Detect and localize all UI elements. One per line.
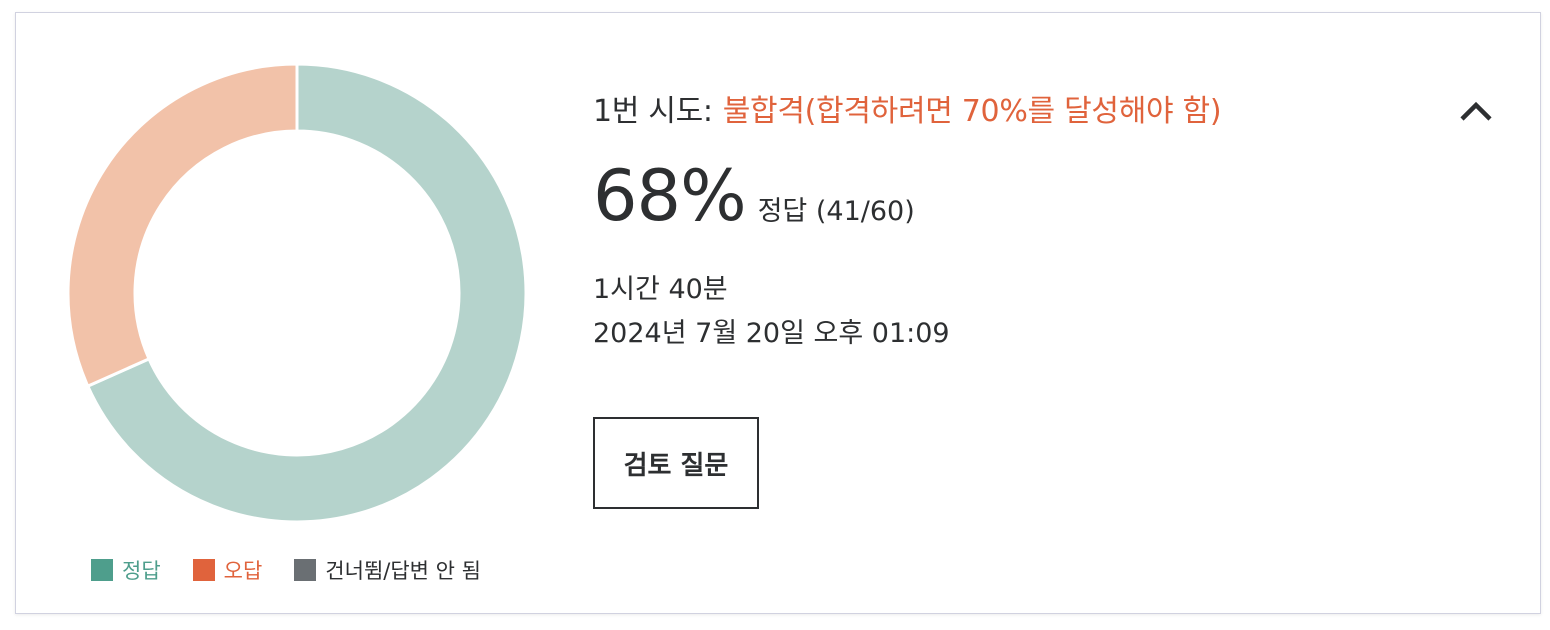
attempt-label: 1번 시도: bbox=[593, 94, 713, 129]
score-line: 68% 정답 (41/60) bbox=[593, 161, 915, 231]
legend-swatch-correct bbox=[91, 559, 113, 581]
legend-item-incorrect: 오답 bbox=[192, 555, 263, 585]
review-questions-button[interactable]: 검토 질문 bbox=[593, 417, 759, 509]
score-detail: 정답 (41/60) bbox=[757, 196, 915, 227]
collapse-button[interactable] bbox=[1454, 93, 1498, 129]
legend-label-correct: 정답 bbox=[122, 559, 161, 583]
attempt-result-card: 정답 오답 건너뜀/답변 안 됨 1번 시도: 불합격(합격하려면 70%를 달성… bbox=[15, 12, 1541, 614]
score-percent: 68% bbox=[593, 155, 747, 237]
attempt-status: 불합격(합격하려면 70%를 달성해야 함) bbox=[722, 94, 1222, 129]
donut-slice-incorrect bbox=[67, 63, 299, 389]
score-donut-chart bbox=[67, 63, 527, 523]
donut-svg bbox=[67, 63, 527, 523]
attempt-duration: 1시간 40분 bbox=[593, 274, 728, 305]
attempt-heading: 1번 시도: 불합격(합격하려면 70%를 달성해야 함) bbox=[593, 86, 1222, 130]
legend-swatch-skipped bbox=[294, 559, 317, 581]
legend-swatch-incorrect bbox=[192, 559, 215, 581]
legend-item-correct: 정답 bbox=[91, 555, 161, 585]
chart-legend: 정답 오답 건너뜀/답변 안 됨 bbox=[91, 555, 513, 585]
legend-label-incorrect: 오답 bbox=[223, 559, 263, 583]
legend-item-skipped: 건너뜀/답변 안 됨 bbox=[294, 555, 481, 585]
chevron-up-icon bbox=[1460, 101, 1492, 121]
attempt-date: 2024년 7월 20일 오후 01:09 bbox=[593, 318, 950, 349]
legend-label-skipped: 건너뜀/답변 안 됨 bbox=[325, 559, 481, 583]
